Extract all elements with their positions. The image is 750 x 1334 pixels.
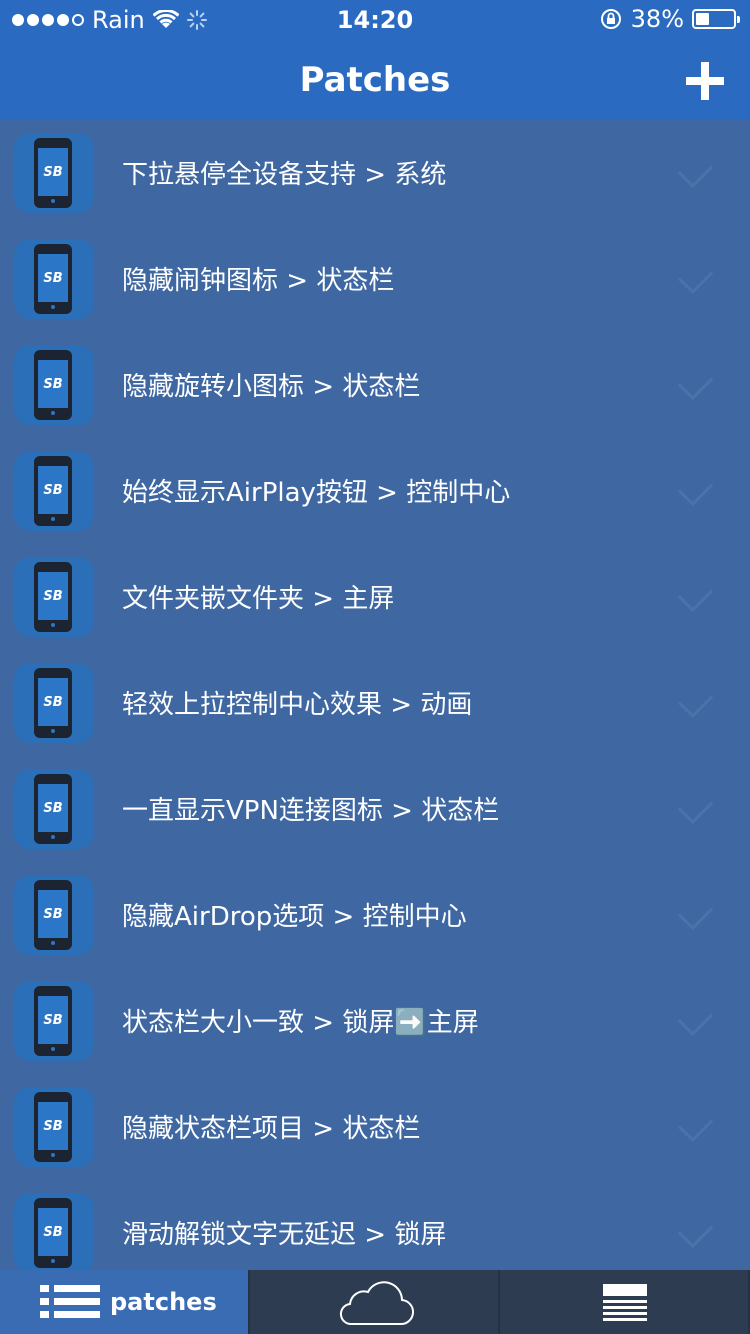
status-left: Rain: [12, 6, 207, 34]
patch-row[interactable]: SB 隐藏旋转小图标 > 状态栏: [0, 332, 750, 438]
springboard-app-icon: SB: [14, 663, 94, 743]
page-title: Patches: [299, 60, 451, 100]
patch-row[interactable]: SB 文件夹嵌文件夹 > 主屏: [0, 544, 750, 650]
patch-icon-text: SB: [38, 360, 68, 408]
phone-icon: SB: [34, 774, 72, 844]
status-right: 38%: [599, 5, 740, 33]
activity-spinner-icon: [186, 10, 207, 30]
patch-icon-text: SB: [38, 678, 68, 726]
status-bar: Rain 14:20 38%: [0, 0, 750, 40]
rotation-lock-icon: [600, 9, 621, 29]
patch-label: 文件夹嵌文件夹 > 主屏: [122, 584, 395, 614]
checkmark-icon[interactable]: [677, 576, 714, 613]
springboard-app-icon: SB: [14, 1193, 94, 1270]
checkmark-icon[interactable]: [677, 788, 714, 825]
patch-row[interactable]: SB 轻效上拉控制中心效果 > 动画: [0, 650, 750, 756]
springboard-app-icon: SB: [14, 875, 94, 955]
tab-cloud[interactable]: [250, 1270, 500, 1334]
patch-row[interactable]: SB 状态栏大小一致 > 锁屏➡️主屏: [0, 968, 750, 1074]
add-patch-button[interactable]: [686, 62, 724, 100]
springboard-app-icon: SB: [14, 239, 94, 319]
tab-patches-label: patches: [110, 1288, 217, 1316]
patch-label: 始终显示AirPlay按钮 > 控制中心: [122, 478, 511, 508]
patch-row[interactable]: SB 滑动解锁文字无延迟 > 锁屏: [0, 1180, 750, 1270]
document-icon: [603, 1284, 647, 1322]
phone-icon: SB: [34, 456, 72, 526]
phone-icon: SB: [34, 880, 72, 950]
nav-bar: Patches: [0, 40, 750, 120]
patch-label: 隐藏旋转小图标 > 状态栏: [122, 372, 421, 402]
checkmark-icon[interactable]: [677, 470, 714, 507]
checkmark-icon[interactable]: [677, 894, 714, 931]
patch-row[interactable]: SB 隐藏闹钟图标 > 状态栏: [0, 226, 750, 332]
phone-icon: SB: [34, 668, 72, 738]
phone-icon: SB: [34, 244, 72, 314]
patch-icon-text: SB: [38, 996, 68, 1044]
phone-icon: SB: [34, 986, 72, 1056]
signal-icon: [12, 14, 84, 26]
phone-icon: SB: [34, 1092, 72, 1162]
patch-row[interactable]: SB 下拉悬停全设备支持 > 系统: [0, 120, 750, 226]
patch-icon-text: SB: [38, 784, 68, 832]
tab-patches[interactable]: patches: [0, 1270, 250, 1334]
springboard-app-icon: SB: [14, 1087, 94, 1167]
carrier-name: Rain: [92, 6, 145, 34]
patch-icon-text: SB: [38, 466, 68, 514]
patch-icon-text: SB: [38, 254, 68, 302]
patch-label: 下拉悬停全设备支持 > 系统: [122, 160, 447, 190]
tab-bar: patches: [0, 1270, 750, 1334]
patch-icon-text: SB: [38, 572, 68, 620]
list-icon: [40, 1285, 100, 1319]
patch-label: 隐藏状态栏项目 > 状态栏: [122, 1114, 421, 1144]
patch-row[interactable]: SB 始终显示AirPlay按钮 > 控制中心: [0, 438, 750, 544]
patch-row[interactable]: SB 隐藏状态栏项目 > 状态栏: [0, 1074, 750, 1180]
springboard-app-icon: SB: [14, 981, 94, 1061]
phone-icon: SB: [34, 1198, 72, 1268]
tab-news[interactable]: [500, 1270, 750, 1334]
patch-label: 隐藏闹钟图标 > 状态栏: [122, 266, 395, 296]
patch-icon-text: SB: [38, 1102, 68, 1150]
springboard-app-icon: SB: [14, 345, 94, 425]
springboard-app-icon: SB: [14, 133, 94, 213]
patch-label: 状态栏大小一致 > 锁屏➡️主屏: [122, 1008, 479, 1038]
springboard-app-icon: SB: [14, 451, 94, 531]
patch-label: 滑动解锁文字无延迟 > 锁屏: [122, 1220, 447, 1250]
checkmark-icon[interactable]: [677, 1106, 714, 1143]
springboard-app-icon: SB: [14, 557, 94, 637]
checkmark-icon[interactable]: [677, 364, 714, 401]
phone-icon: SB: [34, 138, 72, 208]
phone-icon: SB: [34, 350, 72, 420]
patch-icon-text: SB: [38, 890, 68, 938]
checkmark-icon[interactable]: [677, 152, 714, 189]
patch-icon-text: SB: [38, 148, 68, 196]
patch-icon-text: SB: [38, 1208, 68, 1256]
phone-icon: SB: [34, 562, 72, 632]
battery-icon: [692, 9, 740, 29]
battery-percent: 38%: [630, 5, 684, 33]
patch-label: 轻效上拉控制中心效果 > 动画: [122, 690, 473, 720]
patch-row[interactable]: SB 一直显示VPN连接图标 > 状态栏: [0, 756, 750, 862]
checkmark-icon[interactable]: [677, 1000, 714, 1037]
checkmark-icon[interactable]: [677, 1212, 714, 1249]
checkmark-icon[interactable]: [677, 682, 714, 719]
wifi-icon: [152, 10, 179, 28]
patch-list[interactable]: SB 下拉悬停全设备支持 > 系统 SB 隐藏闹钟图标 > 状态栏 SB 隐藏旋转小图标 …: [0, 120, 750, 1270]
patch-label: 一直显示VPN连接图标 > 状态栏: [122, 796, 500, 826]
springboard-app-icon: SB: [14, 769, 94, 849]
checkmark-icon[interactable]: [677, 258, 714, 295]
cloud-icon: [340, 1281, 414, 1326]
patch-label: 隐藏AirDrop选项 > 控制中心: [122, 902, 467, 932]
patch-row[interactable]: SB 隐藏AirDrop选项 > 控制中心: [0, 862, 750, 968]
